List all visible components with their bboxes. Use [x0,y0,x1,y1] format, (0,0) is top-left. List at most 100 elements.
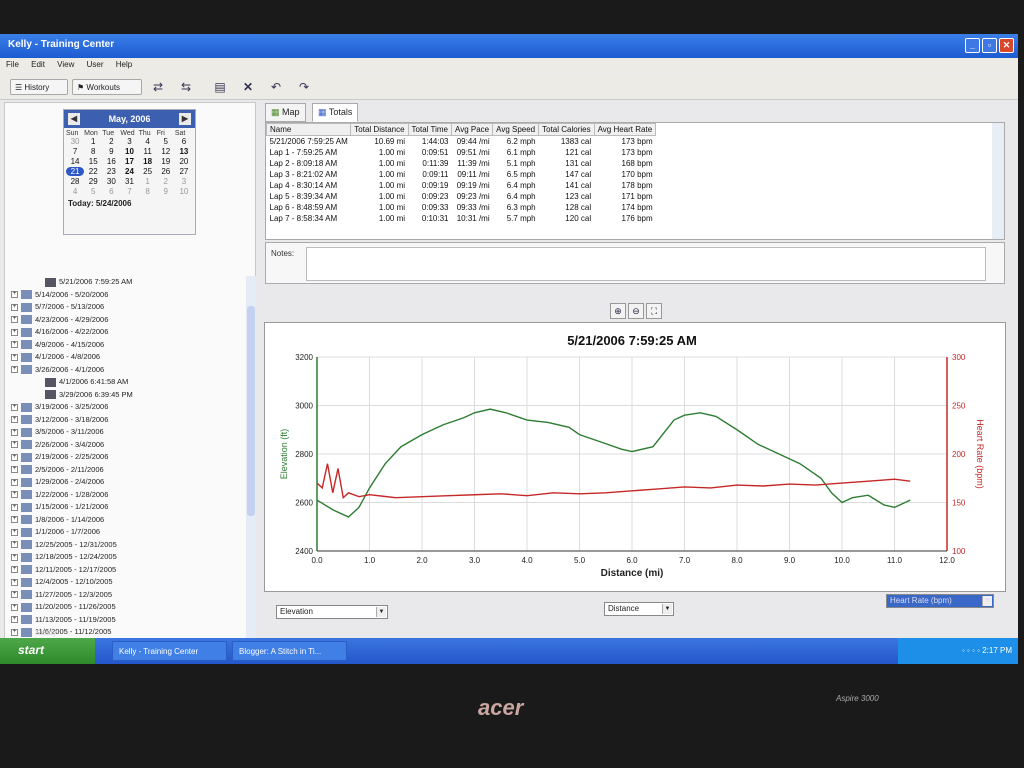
calendar-day[interactable]: 1 [84,137,102,146]
tree-item[interactable]: +11/13/2005 - 11/19/2005 [11,614,246,627]
workouts-button[interactable]: ⚑ Workouts [72,79,142,95]
calendar-day[interactable]: 2 [102,137,120,146]
table-row[interactable]: 5/21/2006 7:59:25 AM 10.69 mi 1:44:03 09:44… [267,136,656,147]
expand-icon[interactable]: + [11,341,18,349]
calendar-day[interactable]: 30 [66,137,84,146]
tree-item[interactable]: +11/27/2005 - 12/3/2005 [11,589,246,602]
expand-icon[interactable]: + [11,553,18,561]
tree-item[interactable]: +1/15/2006 - 1/21/2006 [11,501,246,514]
calendar-day[interactable]: 8 [84,147,102,156]
calendar-day[interactable]: 9 [157,187,175,196]
transfer-to-device-icon[interactable]: ⇆ [178,80,194,94]
zoom-out-icon[interactable]: ⊖ [628,303,644,319]
zoom-fit-icon[interactable]: ⛶ [646,303,662,319]
tree-item[interactable]: +12/25/2005 - 12/31/2005 [11,539,246,552]
grid-column-header[interactable]: Name [266,123,352,136]
calendar-day[interactable]: 29 [84,177,102,186]
grid-column-header[interactable]: Total Distance [350,123,409,136]
expand-icon[interactable]: + [11,591,18,599]
table-row[interactable]: Lap 2 - 8:09:18 AM 1.00 mi 0:11:39 11:39 /m… [267,158,656,169]
expand-icon[interactable]: + [11,603,18,611]
expand-icon[interactable]: + [11,566,18,574]
grid-column-header[interactable]: Avg Heart Rate [593,123,657,136]
expand-icon[interactable]: + [11,441,18,449]
grid-column-header[interactable]: Total Time [407,123,453,136]
tree-item[interactable]: +1/8/2006 - 1/14/2006 [11,514,246,527]
calendar-day[interactable]: 9 [102,147,120,156]
undo-icon[interactable]: ↶ [268,80,284,94]
menu-edit[interactable]: Edit [31,60,45,69]
tree-item[interactable]: +1/1/2006 - 1/7/2006 [11,526,246,539]
calendar-day[interactable]: 17 [120,157,138,166]
calendar-day[interactable]: 24 [120,167,138,176]
calendar-day[interactable]: 14 [66,157,84,166]
expand-icon[interactable]: + [11,578,18,586]
expand-icon[interactable]: + [11,616,18,624]
tree-scrollbar[interactable] [246,276,256,648]
expand-icon[interactable]: + [11,303,18,311]
close-button[interactable]: ✕ [999,38,1014,53]
prev-month-button[interactable]: ◀ [68,113,80,125]
redo-icon[interactable]: ↷ [296,80,312,94]
task-training-center[interactable]: Kelly - Training Center [112,641,227,661]
expand-icon[interactable]: + [11,428,18,436]
calendar-day[interactable]: 19 [157,157,175,166]
calendar-day[interactable]: 13 [175,147,193,156]
expand-icon[interactable]: + [11,491,18,499]
expand-icon[interactable]: + [11,478,18,486]
calendar-day[interactable]: 12 [157,147,175,156]
grid-column-header[interactable]: Avg Pace [451,123,494,136]
minimize-button[interactable]: _ [965,38,980,53]
calendar-day[interactable]: 4 [66,187,84,196]
calendar-day[interactable]: 18 [139,157,157,166]
calendar-day[interactable]: 23 [102,167,120,176]
tree-item[interactable]: +3/5/2006 - 3/11/2006 [11,426,246,439]
left-axis-select[interactable]: Elevation ▼ [276,605,388,619]
transfer-from-device-icon[interactable]: ⇄ [150,80,166,94]
table-row[interactable]: Lap 7 - 8:58:34 AM 1.00 mi 0:10:31 10:31 /m… [267,213,656,224]
calendar-day[interactable]: 7 [66,147,84,156]
expand-icon[interactable]: + [11,466,18,474]
calendar-day[interactable]: 26 [157,167,175,176]
expand-icon[interactable]: + [11,403,18,411]
grid-column-header[interactable]: Avg Speed [492,123,540,136]
calendar-day[interactable]: 25 [139,167,157,176]
tree-item[interactable]: +2/26/2006 - 3/4/2006 [11,439,246,452]
calendar-day[interactable]: 7 [120,187,138,196]
expand-icon[interactable]: + [11,541,18,549]
history-button[interactable]: ☰ History [10,79,68,95]
calendar-day[interactable]: 15 [84,157,102,166]
expand-icon[interactable]: + [11,503,18,511]
grid-scrollbar[interactable] [992,123,1004,239]
tree-item[interactable]: +5/7/2006 - 5/13/2006 [11,301,246,314]
calendar-day[interactable]: 30 [102,177,120,186]
calendar-day[interactable]: 3 [120,137,138,146]
x-axis-select[interactable]: Distance ▼ [604,602,674,616]
tree-item[interactable]: +4/1/2006 - 4/8/2006 [11,351,246,364]
calendar-day[interactable]: 21 [66,167,85,176]
table-row[interactable]: Lap 1 - 7:59:25 AM 1.00 mi 0:09:51 09:51 /m… [267,147,656,158]
tab-map[interactable]: ▦ Map [265,103,306,122]
calendar-day[interactable]: 5 [157,137,175,146]
menu-help[interactable]: Help [116,60,132,69]
tree-item[interactable]: 5/21/2006 7:59:25 AM [11,276,246,289]
grid-column-header[interactable]: Total Calories [538,123,595,136]
delete-icon[interactable]: ✕ [240,80,256,94]
expand-icon[interactable]: + [11,366,18,374]
calendar-day[interactable]: 27 [175,167,193,176]
expand-icon[interactable]: + [11,291,18,299]
tree-item[interactable]: 3/29/2006 6:39:45 PM [11,389,246,402]
expand-icon[interactable]: + [11,416,18,424]
calendar-day[interactable]: 5 [84,187,102,196]
calendar-day[interactable]: 10 [120,147,138,156]
expand-icon[interactable]: + [11,316,18,324]
calendar-day[interactable]: 11 [139,147,157,156]
zoom-in-icon[interactable]: ⊕ [610,303,626,319]
calendar-today[interactable]: Today: 5/24/2006 [64,196,195,211]
tree-item[interactable]: +11/20/2005 - 11/26/2005 [11,601,246,614]
expand-icon[interactable]: + [11,328,18,336]
tree-item[interactable]: 4/1/2006 6:41:58 AM [11,376,246,389]
tree-item[interactable]: +12/4/2005 - 12/10/2005 [11,576,246,589]
maximize-button[interactable]: ▫ [982,38,997,53]
calendar-day[interactable]: 16 [102,157,120,166]
